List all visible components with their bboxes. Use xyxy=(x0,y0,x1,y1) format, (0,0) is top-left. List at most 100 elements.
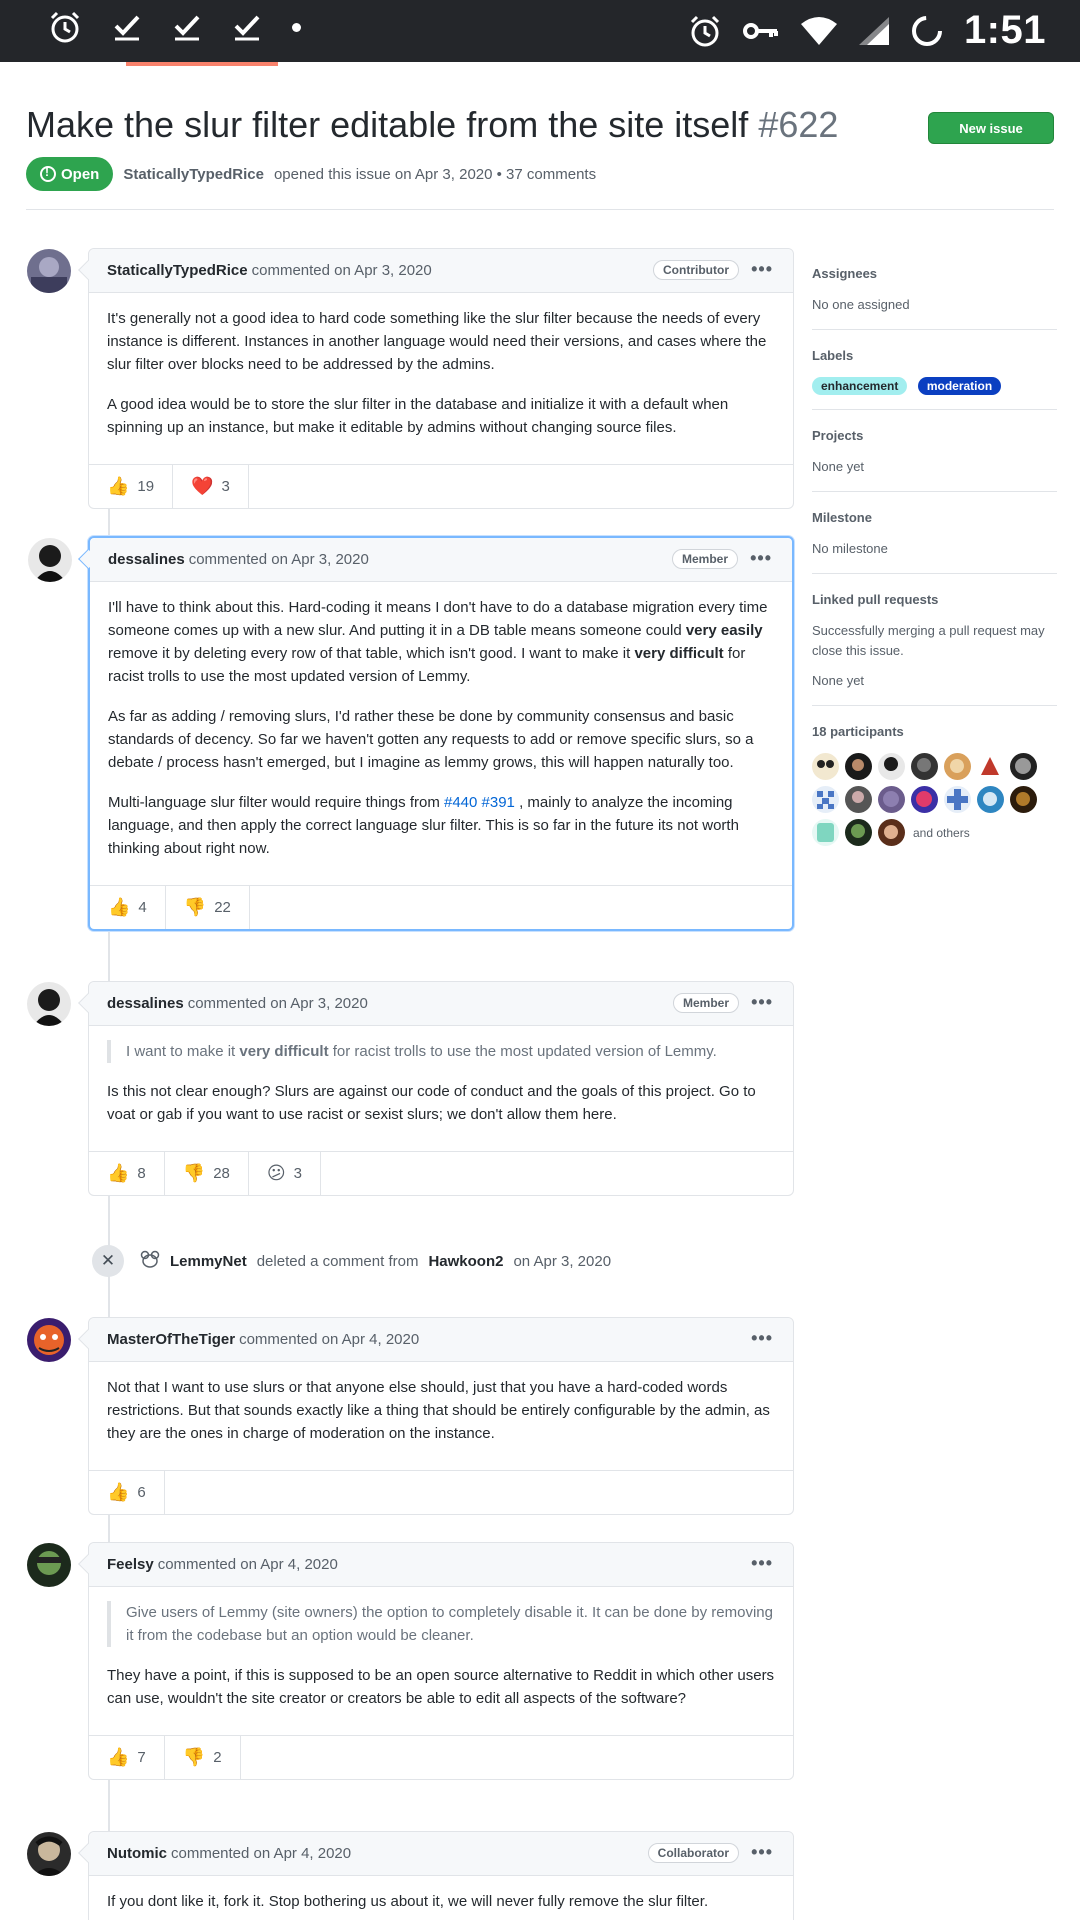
labels-section[interactable]: Labels enhancement moderation xyxy=(812,330,1057,410)
event-text: deleted a comment from xyxy=(256,1252,419,1270)
participant-avatar[interactable] xyxy=(812,786,839,813)
participant-avatar[interactable] xyxy=(812,819,839,846)
participant-avatar[interactable] xyxy=(1010,753,1037,780)
label-enhancement[interactable]: enhancement xyxy=(812,377,908,395)
issue-sidebar: Assignees No one assigned Labels enhance… xyxy=(812,256,1057,860)
projects-section[interactable]: Projects None yet xyxy=(812,410,1057,492)
reaction-count: 19 xyxy=(137,478,155,495)
milestone-section[interactable]: Milestone No milestone xyxy=(812,492,1057,574)
clock-time: 1:51 xyxy=(963,8,1046,52)
comment-header: Feelsy commented on Apr 4, 2020 ••• xyxy=(89,1543,793,1587)
reaction-thumbs-up[interactable]: 👍 6 xyxy=(89,1471,165,1514)
assignees-section[interactable]: Assignees No one assigned xyxy=(812,256,1057,330)
comment-body: It's generally not a good idea to hard c… xyxy=(89,293,793,464)
reaction-confused[interactable]: 😕 3 xyxy=(249,1152,321,1195)
issue-link-391[interactable]: #391 xyxy=(482,794,515,811)
participant-avatar[interactable] xyxy=(977,753,1004,780)
labels-heading[interactable]: Labels xyxy=(812,348,1057,363)
participant-avatar[interactable] xyxy=(944,753,971,780)
avatar[interactable] xyxy=(28,538,72,582)
comment-timestamp[interactable]: commented on Apr 4, 2020 xyxy=(171,1845,351,1862)
comment-timestamp[interactable]: commented on Apr 4, 2020 xyxy=(239,1331,419,1348)
avatar[interactable] xyxy=(27,1318,71,1362)
label-moderation[interactable]: moderation xyxy=(917,377,1002,395)
alarm-icon xyxy=(48,10,82,44)
dot-icon xyxy=(292,22,301,32)
reaction-thumbs-up[interactable]: 👍 8 xyxy=(89,1152,165,1195)
status-badge: Open xyxy=(26,157,114,191)
thumbs-down-icon: 👎 xyxy=(183,897,207,917)
linked-prs-heading[interactable]: Linked pull requests xyxy=(812,592,1057,607)
event-target[interactable]: Hawkoon2 xyxy=(428,1253,503,1270)
participant-avatar[interactable] xyxy=(878,819,905,846)
comment-author[interactable]: Feelsy xyxy=(107,1556,154,1573)
alarm-icon xyxy=(688,14,722,48)
comment-timestamp[interactable]: commented on Apr 3, 2020 xyxy=(189,551,369,568)
participant-avatar[interactable] xyxy=(1010,786,1037,813)
comment-author[interactable]: dessalines xyxy=(107,995,184,1012)
projects-heading[interactable]: Projects xyxy=(812,428,1057,443)
more-options-icon[interactable]: ••• xyxy=(751,1328,773,1349)
issue-number: #622 xyxy=(758,104,839,145)
battery-icon xyxy=(910,14,944,48)
comment-timestamp[interactable]: commented on Apr 4, 2020 xyxy=(158,1556,338,1573)
participant-avatar[interactable] xyxy=(977,786,1004,813)
reaction-thumbs-up[interactable]: 👍 7 xyxy=(89,1736,165,1779)
event-date[interactable]: on Apr 3, 2020 xyxy=(513,1253,611,1270)
reaction-heart[interactable]: ❤️ 3 xyxy=(173,465,249,508)
issue-link-440[interactable]: #440 xyxy=(444,794,477,811)
comment-timestamp[interactable]: commented on Apr 3, 2020 xyxy=(252,262,432,279)
assignees-heading[interactable]: Assignees xyxy=(812,266,1057,281)
reactions-bar: 👍 7 👎 2 xyxy=(89,1735,793,1779)
linked-prs-description: Successfully merging a pull request may … xyxy=(812,623,1045,658)
participant-avatar[interactable] xyxy=(845,753,872,780)
more-options-icon[interactable]: ••• xyxy=(751,259,773,280)
participant-avatar[interactable] xyxy=(911,753,938,780)
issue-author-link[interactable]: StaticallyTypedRice xyxy=(123,166,264,183)
more-options-icon[interactable]: ••• xyxy=(751,1553,773,1574)
avatar[interactable] xyxy=(27,1543,71,1587)
reaction-count: 2 xyxy=(213,1749,222,1766)
comment-body: Give users of Lemmy (site owners) the op… xyxy=(89,1587,793,1735)
comment-timestamp[interactable]: commented on Apr 3, 2020 xyxy=(188,995,368,1012)
reaction-thumbs-down[interactable]: 👎 2 xyxy=(165,1736,241,1779)
milestone-heading[interactable]: Milestone xyxy=(812,510,1057,525)
participant-avatar[interactable] xyxy=(845,819,872,846)
participants-and-others[interactable]: and others xyxy=(913,826,970,840)
reaction-thumbs-up[interactable]: 👍 4 xyxy=(90,886,166,929)
reaction-count: 28 xyxy=(213,1165,230,1182)
comment-paragraph: I'll have to think about this. Hard-codi… xyxy=(108,599,768,685)
role-badge: Member xyxy=(672,993,739,1013)
role-badge: Contributor xyxy=(653,260,739,280)
participant-avatar[interactable] xyxy=(878,753,905,780)
reaction-thumbs-up[interactable]: 👍 19 xyxy=(89,465,174,508)
more-options-icon[interactable]: ••• xyxy=(751,992,773,1013)
new-issue-button[interactable]: New issue xyxy=(928,112,1054,144)
comment-author[interactable]: dessalines xyxy=(108,551,185,568)
comment-author[interactable]: StaticallyTypedRice xyxy=(107,262,248,279)
avatar[interactable] xyxy=(27,982,71,1026)
participant-avatar[interactable] xyxy=(944,786,971,813)
reactions-bar: 👍 4 👎 22 xyxy=(90,885,792,929)
avatar[interactable] xyxy=(27,249,71,293)
event-actor[interactable]: LemmyNet xyxy=(170,1253,247,1270)
reaction-count: 22 xyxy=(214,899,231,916)
participant-avatar[interactable] xyxy=(878,786,905,813)
reactions-bar: 👍 8 👎 28 😕 3 xyxy=(89,1151,793,1195)
more-options-icon[interactable]: ••• xyxy=(751,1842,773,1863)
participant-avatar[interactable] xyxy=(812,753,839,780)
more-options-icon[interactable]: ••• xyxy=(750,548,772,569)
role-badge: Collaborator xyxy=(647,1843,739,1863)
reaction-thumbs-down[interactable]: 👎 22 xyxy=(166,886,250,929)
linked-prs-section[interactable]: Linked pull requests Successfully mergin… xyxy=(812,574,1057,706)
reaction-thumbs-down[interactable]: 👎 28 xyxy=(165,1152,249,1195)
comment-author[interactable]: Nutomic xyxy=(107,1845,167,1862)
comment-header: StaticallyTypedRice commented on Apr 3, … xyxy=(89,249,793,293)
participant-avatar[interactable] xyxy=(845,786,872,813)
avatar[interactable] xyxy=(27,1832,71,1876)
reaction-count: 4 xyxy=(138,899,147,916)
participant-avatar[interactable] xyxy=(911,786,938,813)
reactions-bar: 👍 19 ❤️ 3 xyxy=(89,464,793,508)
comment-author[interactable]: MasterOfTheTiger xyxy=(107,1331,235,1348)
comment-body: Not that I want to use slurs or that any… xyxy=(89,1362,793,1470)
